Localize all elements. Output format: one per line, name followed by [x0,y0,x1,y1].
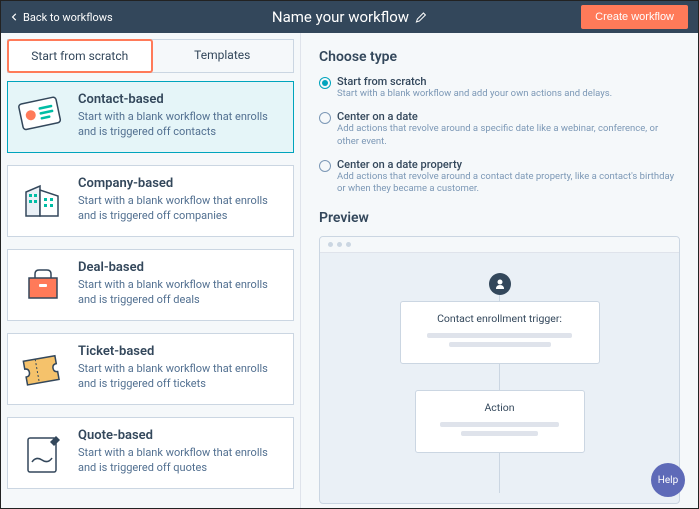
choose-type-heading: Choose type [319,49,680,65]
preview-canvas: Contact enrollment trigger: Action [320,253,679,493]
card-list: Contact-based Start with a blank workflo… [1,81,300,508]
type-options: Start from scratch Start with a blank wo… [319,75,680,196]
user-icon [489,273,511,295]
card-desc: Start with a blank workflow that enrolls… [78,194,283,224]
option-desc: Add actions that revolve around a specif… [337,123,680,148]
connector-line [499,453,500,493]
radio-icon [319,160,331,172]
company-icon [18,176,68,226]
card-title: Deal-based [78,260,283,275]
help-button[interactable]: Help [651,463,685,497]
card-desc: Start with a blank workflow that enrolls… [78,110,283,140]
tab-start-from-scratch[interactable]: Start from scratch [7,39,153,73]
preview-heading: Preview [319,210,680,226]
card-desc: Start with a blank workflow that enrolls… [78,362,283,392]
connector-line [499,295,500,301]
card-contact-based[interactable]: Contact-based Start with a blank workflo… [7,81,294,153]
card-title: Ticket-based [78,344,283,359]
ticket-icon [18,344,68,394]
option-title: Center on a date property [337,158,680,171]
option-title: Center on a date [337,110,680,123]
back-label: Back to workflows [23,11,113,24]
deal-icon [18,260,68,310]
card-company-based[interactable]: Company-based Start with a blank workflo… [7,165,294,237]
preview-box: Contact enrollment trigger: Action [319,236,680,504]
create-workflow-button[interactable]: Create workflow [581,5,688,29]
edit-title-icon[interactable] [415,8,427,27]
option-start-from-scratch[interactable]: Start from scratch Start with a blank wo… [319,75,680,100]
topbar: Back to workflows Name your workflow Cre… [1,1,698,33]
chevron-left-icon [11,11,19,24]
card-desc: Start with a blank workflow that enrolls… [78,446,283,476]
tab-templates[interactable]: Templates [152,40,294,72]
card-quote-based[interactable]: Quote-based Start with a blank workflow … [7,417,294,489]
connector-line [499,364,500,390]
quote-icon [18,428,68,478]
contact-icon [18,92,68,142]
card-title: Contact-based [78,92,283,107]
card-title: Company-based [78,176,283,191]
tabs: Start from scratch Templates [7,39,294,73]
radio-icon [319,77,331,89]
option-center-on-date[interactable]: Center on a date Add actions that revolv… [319,110,680,148]
page-title: Name your workflow [272,8,409,26]
page-title-wrap: Name your workflow [272,8,427,27]
right-column: Choose type Start from scratch Start wit… [301,33,698,508]
radio-icon [319,112,331,124]
card-title: Quote-based [78,428,283,443]
option-title: Start from scratch [337,75,612,88]
action-node[interactable]: Action [415,390,585,453]
browser-dots [320,237,679,253]
back-link[interactable]: Back to workflows [11,11,113,24]
option-desc: Add actions that revolve around a contac… [337,171,680,196]
card-ticket-based[interactable]: Ticket-based Start with a blank workflow… [7,333,294,405]
option-desc: Start with a blank workflow and add your… [337,88,612,100]
main: Start from scratch Templates [1,33,698,508]
option-center-on-date-property[interactable]: Center on a date property Add actions th… [319,158,680,196]
node-title: Action [430,401,570,414]
node-title: Contact enrollment trigger: [415,312,585,325]
card-deal-based[interactable]: Deal-based Start with a blank workflow t… [7,249,294,321]
left-column: Start from scratch Templates [1,33,301,508]
enrollment-trigger-node[interactable]: Contact enrollment trigger: [400,301,600,364]
card-desc: Start with a blank workflow that enrolls… [78,278,283,308]
